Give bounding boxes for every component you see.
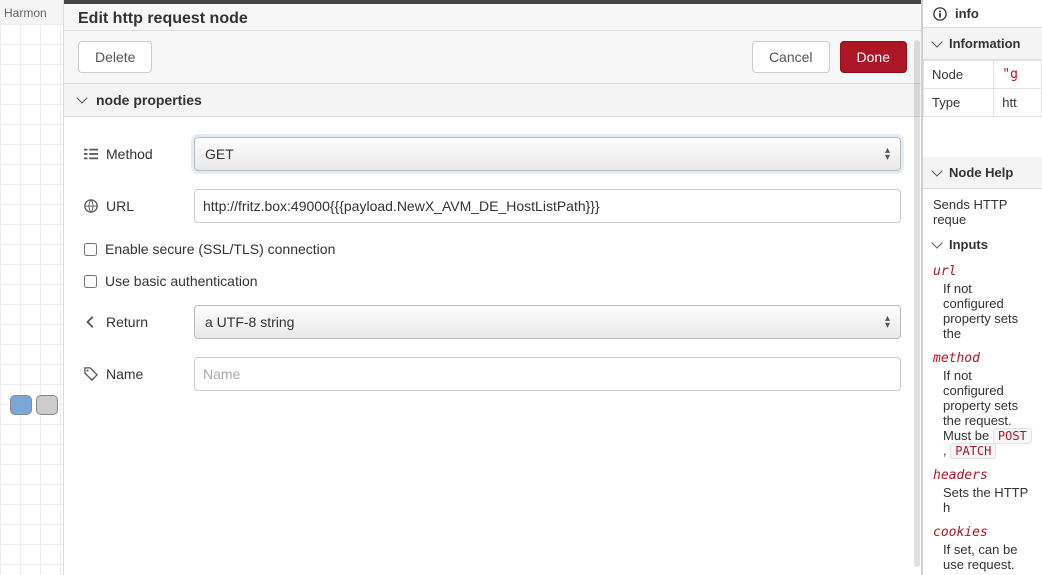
cancel-button[interactable]: Cancel xyxy=(752,41,830,73)
ssl-label: Enable secure (SSL/TLS) connection xyxy=(105,241,335,257)
table-row: Node "g xyxy=(924,61,1042,89)
info-type-key: Type xyxy=(924,89,994,117)
node-properties-label: node properties xyxy=(96,92,202,108)
node-help-intro: Sends HTTP reque xyxy=(923,189,1042,235)
information-title: Information xyxy=(949,36,1021,51)
delete-button[interactable]: Delete xyxy=(78,41,152,73)
info-sidebar: info Information Node "g Type htt Node H… xyxy=(922,0,1042,575)
input-cookies-def: If set, can be use request. xyxy=(933,540,1032,574)
node-properties-form: Method GET ▴▾ URL Enable secure (SSL/TLS… xyxy=(64,117,921,575)
method-label: Method xyxy=(106,146,153,162)
basic-auth-checkbox[interactable] xyxy=(84,275,97,288)
name-input[interactable] xyxy=(194,357,901,391)
inputs-list: url If not configured property sets the … xyxy=(923,264,1042,575)
return-select[interactable]: a UTF-8 string ▴▾ xyxy=(194,305,901,339)
input-cookies-term: cookies xyxy=(933,525,1032,540)
canvas-grid xyxy=(0,24,63,575)
done-button[interactable]: Done xyxy=(840,41,907,73)
name-label: Name xyxy=(106,366,143,382)
dialog-title: Edit http request node xyxy=(64,4,921,31)
node-properties-header[interactable]: node properties xyxy=(64,84,921,117)
input-method-def: If not configured property sets the requ… xyxy=(933,366,1032,460)
return-value: a UTF-8 string xyxy=(205,314,294,330)
globe-icon xyxy=(84,199,98,213)
flow-node[interactable] xyxy=(36,395,58,415)
arrow-left-icon xyxy=(84,315,98,329)
chevron-down-icon xyxy=(931,237,942,248)
info-node-key: Node xyxy=(924,61,994,89)
select-chevrons-icon: ▴▾ xyxy=(885,315,890,329)
scrollbar[interactable] xyxy=(914,40,920,567)
url-input[interactable] xyxy=(194,189,901,223)
information-header[interactable]: Information xyxy=(923,28,1042,60)
tag-icon xyxy=(84,367,98,381)
input-method-term: method xyxy=(933,351,1032,366)
canvas-nodes-peek xyxy=(10,395,58,415)
input-headers-def: Sets the HTTP h xyxy=(933,483,1032,517)
input-url-term: url xyxy=(933,264,1032,279)
ssl-checkbox[interactable] xyxy=(84,243,97,256)
info-table: Node "g Type htt xyxy=(923,60,1042,117)
dialog-toolbar: Delete Cancel Done xyxy=(64,31,921,84)
list-icon xyxy=(84,147,98,161)
info-node-value: "g xyxy=(994,61,1042,89)
input-headers-term: headers xyxy=(933,468,1032,483)
node-editor-dialog: Edit http request node Delete Cancel Don… xyxy=(64,0,922,575)
return-label: Return xyxy=(106,314,148,330)
palette-category-label: Harmon xyxy=(0,0,63,26)
input-url-def: If not configured property sets the xyxy=(933,279,1032,343)
chevron-down-icon xyxy=(931,36,942,47)
chevron-down-icon xyxy=(76,92,87,103)
info-type-value: htt xyxy=(994,89,1042,117)
code-chip: PATCH xyxy=(950,443,996,459)
method-select[interactable]: GET ▴▾ xyxy=(194,137,901,171)
url-label: URL xyxy=(106,198,134,214)
chevron-down-icon xyxy=(931,165,942,176)
basic-auth-label: Use basic authentication xyxy=(105,273,258,289)
method-value: GET xyxy=(205,146,234,162)
select-chevrons-icon: ▴▾ xyxy=(885,147,890,161)
info-tab-label: info xyxy=(955,6,979,21)
code-chip: POST xyxy=(993,428,1032,444)
inputs-title: Inputs xyxy=(949,237,988,252)
table-row: Type htt xyxy=(924,89,1042,117)
info-icon xyxy=(933,7,947,21)
palette-strip: Harmon xyxy=(0,0,64,575)
node-help-header[interactable]: Node Help xyxy=(923,157,1042,189)
info-tab[interactable]: info xyxy=(923,0,1042,28)
inputs-header[interactable]: Inputs xyxy=(923,235,1042,256)
node-help-title: Node Help xyxy=(949,165,1013,180)
flow-node[interactable] xyxy=(10,395,32,415)
